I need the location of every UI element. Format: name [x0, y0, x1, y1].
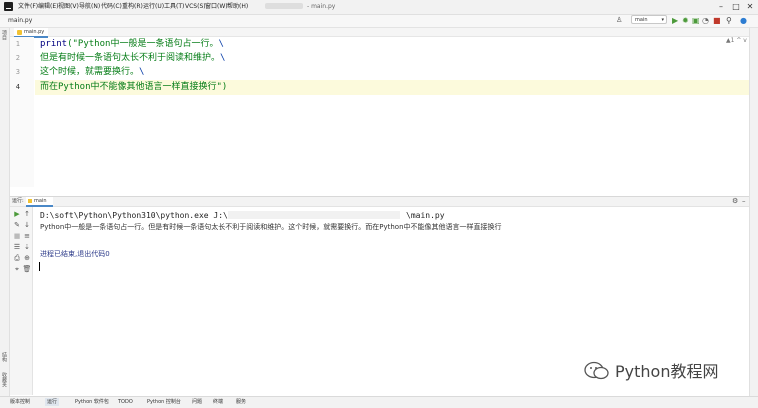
- menu-view[interactable]: 视图(V): [58, 2, 79, 11]
- status-item-todo[interactable]: TODO: [118, 398, 133, 406]
- menu-vcs[interactable]: VCS(S): [185, 2, 206, 11]
- run-panel-header: [10, 196, 749, 207]
- console-command-prefix: D:\soft\Python\Python310\python.exe J:\: [40, 211, 228, 220]
- coverage-icon[interactable]: ▣: [692, 15, 700, 26]
- pin-tab-icon[interactable]: ⌖: [12, 265, 22, 274]
- code-string: 而在Python中不能像其他语言一样直接换行"): [40, 82, 228, 92]
- inspection-widget[interactable]: ▲1 ^ v: [726, 37, 747, 44]
- left-tool-strip: [0, 28, 10, 396]
- code-escape: \: [220, 53, 226, 63]
- code-line[interactable]: 这个时候，就需要换行。\: [40, 65, 144, 79]
- menu-code[interactable]: 代码(C): [101, 2, 122, 11]
- favorites-tool-tab[interactable]: 收藏夹: [1, 372, 8, 387]
- status-item-terminal[interactable]: 终端: [213, 398, 223, 406]
- line-number: 3: [15, 68, 20, 76]
- console-command-suffix: \main.py: [406, 211, 445, 220]
- run-config-select[interactable]: main ▾: [631, 15, 667, 24]
- console-caret[interactable]: [39, 262, 40, 271]
- run-config-label: main: [635, 17, 648, 23]
- code-line[interactable]: 而在Python中不能像其他语言一样直接换行"): [40, 80, 227, 94]
- chevron-down-icon: ▾: [661, 17, 664, 23]
- profile-icon[interactable]: ◔: [702, 15, 709, 26]
- stop-icon[interactable]: ■: [12, 232, 22, 241]
- menu-navigate[interactable]: 导航(N): [79, 2, 100, 11]
- run-panel-label: 运行:: [12, 198, 24, 204]
- status-item-services[interactable]: 服务: [236, 398, 246, 406]
- trash-icon[interactable]: 🗑: [22, 265, 32, 274]
- debug-icon[interactable]: ✹: [682, 15, 689, 26]
- menu-refactor[interactable]: 重构(R): [122, 2, 143, 11]
- redacted-path: [228, 211, 400, 219]
- status-item-console[interactable]: Python 控制台: [147, 398, 181, 406]
- watermark-text: Python教程网: [615, 362, 719, 381]
- hide-panel-icon[interactable]: –: [742, 196, 746, 206]
- line-number: 1: [15, 40, 20, 48]
- close-icon[interactable]: ✕: [745, 1, 755, 12]
- project-tool-tab[interactable]: 项目: [1, 30, 8, 40]
- window-title: - main.py: [307, 3, 336, 10]
- menu-tools[interactable]: 工具(T): [164, 2, 184, 11]
- run-tab-main[interactable]: main: [26, 197, 53, 207]
- print-icon[interactable]: ⎙: [12, 254, 22, 263]
- code-string: 这个时候，就需要换行。: [40, 67, 140, 77]
- code-line[interactable]: print("Python中一般是一条语句占一行。\: [40, 37, 224, 51]
- console-output: Python中一般是一条语句占一行。但是有时候一条语句太长不利于阅读和维护。这个…: [40, 223, 502, 231]
- editor-tab-label: main.py: [24, 29, 45, 35]
- maximize-icon[interactable]: □: [731, 1, 741, 12]
- stop-icon[interactable]: ■: [713, 15, 721, 26]
- minimize-icon[interactable]: –: [716, 1, 726, 12]
- layout-icon[interactable]: ☰: [12, 243, 22, 252]
- up-arrow-icon[interactable]: ↑: [22, 210, 32, 219]
- code-escape: \: [218, 39, 224, 49]
- code-escape: \: [139, 67, 145, 77]
- pycharm-logo-icon: [4, 2, 13, 11]
- code-string: 但是有时候一条语句太长不利于阅读和维护。: [40, 53, 221, 63]
- run-tab-label: main: [34, 198, 47, 204]
- search-icon[interactable]: ⚲: [726, 15, 732, 26]
- right-tool-strip: [749, 28, 758, 396]
- menu-window[interactable]: 窗口(W): [205, 2, 228, 11]
- down-arrow-icon[interactable]: ↓: [22, 221, 32, 230]
- status-item-run[interactable]: 运行: [45, 398, 60, 406]
- soft-wrap-icon[interactable]: ≡: [22, 232, 32, 241]
- line-number: 4: [15, 83, 20, 91]
- menu-edit[interactable]: 编辑(E): [38, 2, 58, 11]
- menu-run[interactable]: 运行(U): [143, 2, 164, 11]
- pin-icon[interactable]: ⊕: [22, 254, 32, 263]
- line-number: 2: [15, 54, 20, 62]
- user-icon[interactable]: ♙: [616, 15, 622, 26]
- breadcrumb[interactable]: main.py: [8, 16, 32, 26]
- status-item-vcs[interactable]: 版本控制: [10, 398, 30, 406]
- scroll-to-end-icon[interactable]: ⇣: [22, 243, 32, 252]
- status-item-packages[interactable]: Python 软件包: [75, 398, 109, 406]
- run-icon[interactable]: ▶: [672, 15, 678, 26]
- gear-icon[interactable]: ⚙: [732, 196, 738, 206]
- wechat-watermark-icon: [584, 361, 609, 380]
- rerun-icon[interactable]: ▶: [12, 210, 22, 219]
- bottom-tool-bar: [0, 396, 758, 408]
- code-string: ("Python中一般是一条语句占一行。: [67, 39, 219, 49]
- python-file-icon: [28, 199, 32, 203]
- menu-file[interactable]: 文件(F): [18, 2, 38, 11]
- redacted-project-path: [265, 3, 303, 9]
- status-item-problems[interactable]: 问题: [192, 398, 202, 406]
- code-line[interactable]: 但是有时候一条语句太长不利于阅读和维护。\: [40, 51, 225, 65]
- console-command-line: D:\soft\Python\Python310\python.exe J:\: [40, 210, 228, 221]
- console-exit-message: 进程已结束,退出代码0: [40, 250, 110, 258]
- menu-help[interactable]: 帮助(H): [227, 2, 248, 11]
- jetbrains-logo-icon[interactable]: ●: [740, 15, 747, 26]
- structure-tool-tab[interactable]: 结构: [1, 352, 8, 362]
- code-function: print: [40, 39, 68, 49]
- editor-tab-bar: [10, 28, 749, 37]
- wrench-icon[interactable]: ✎: [12, 221, 22, 230]
- python-file-icon: [17, 30, 22, 35]
